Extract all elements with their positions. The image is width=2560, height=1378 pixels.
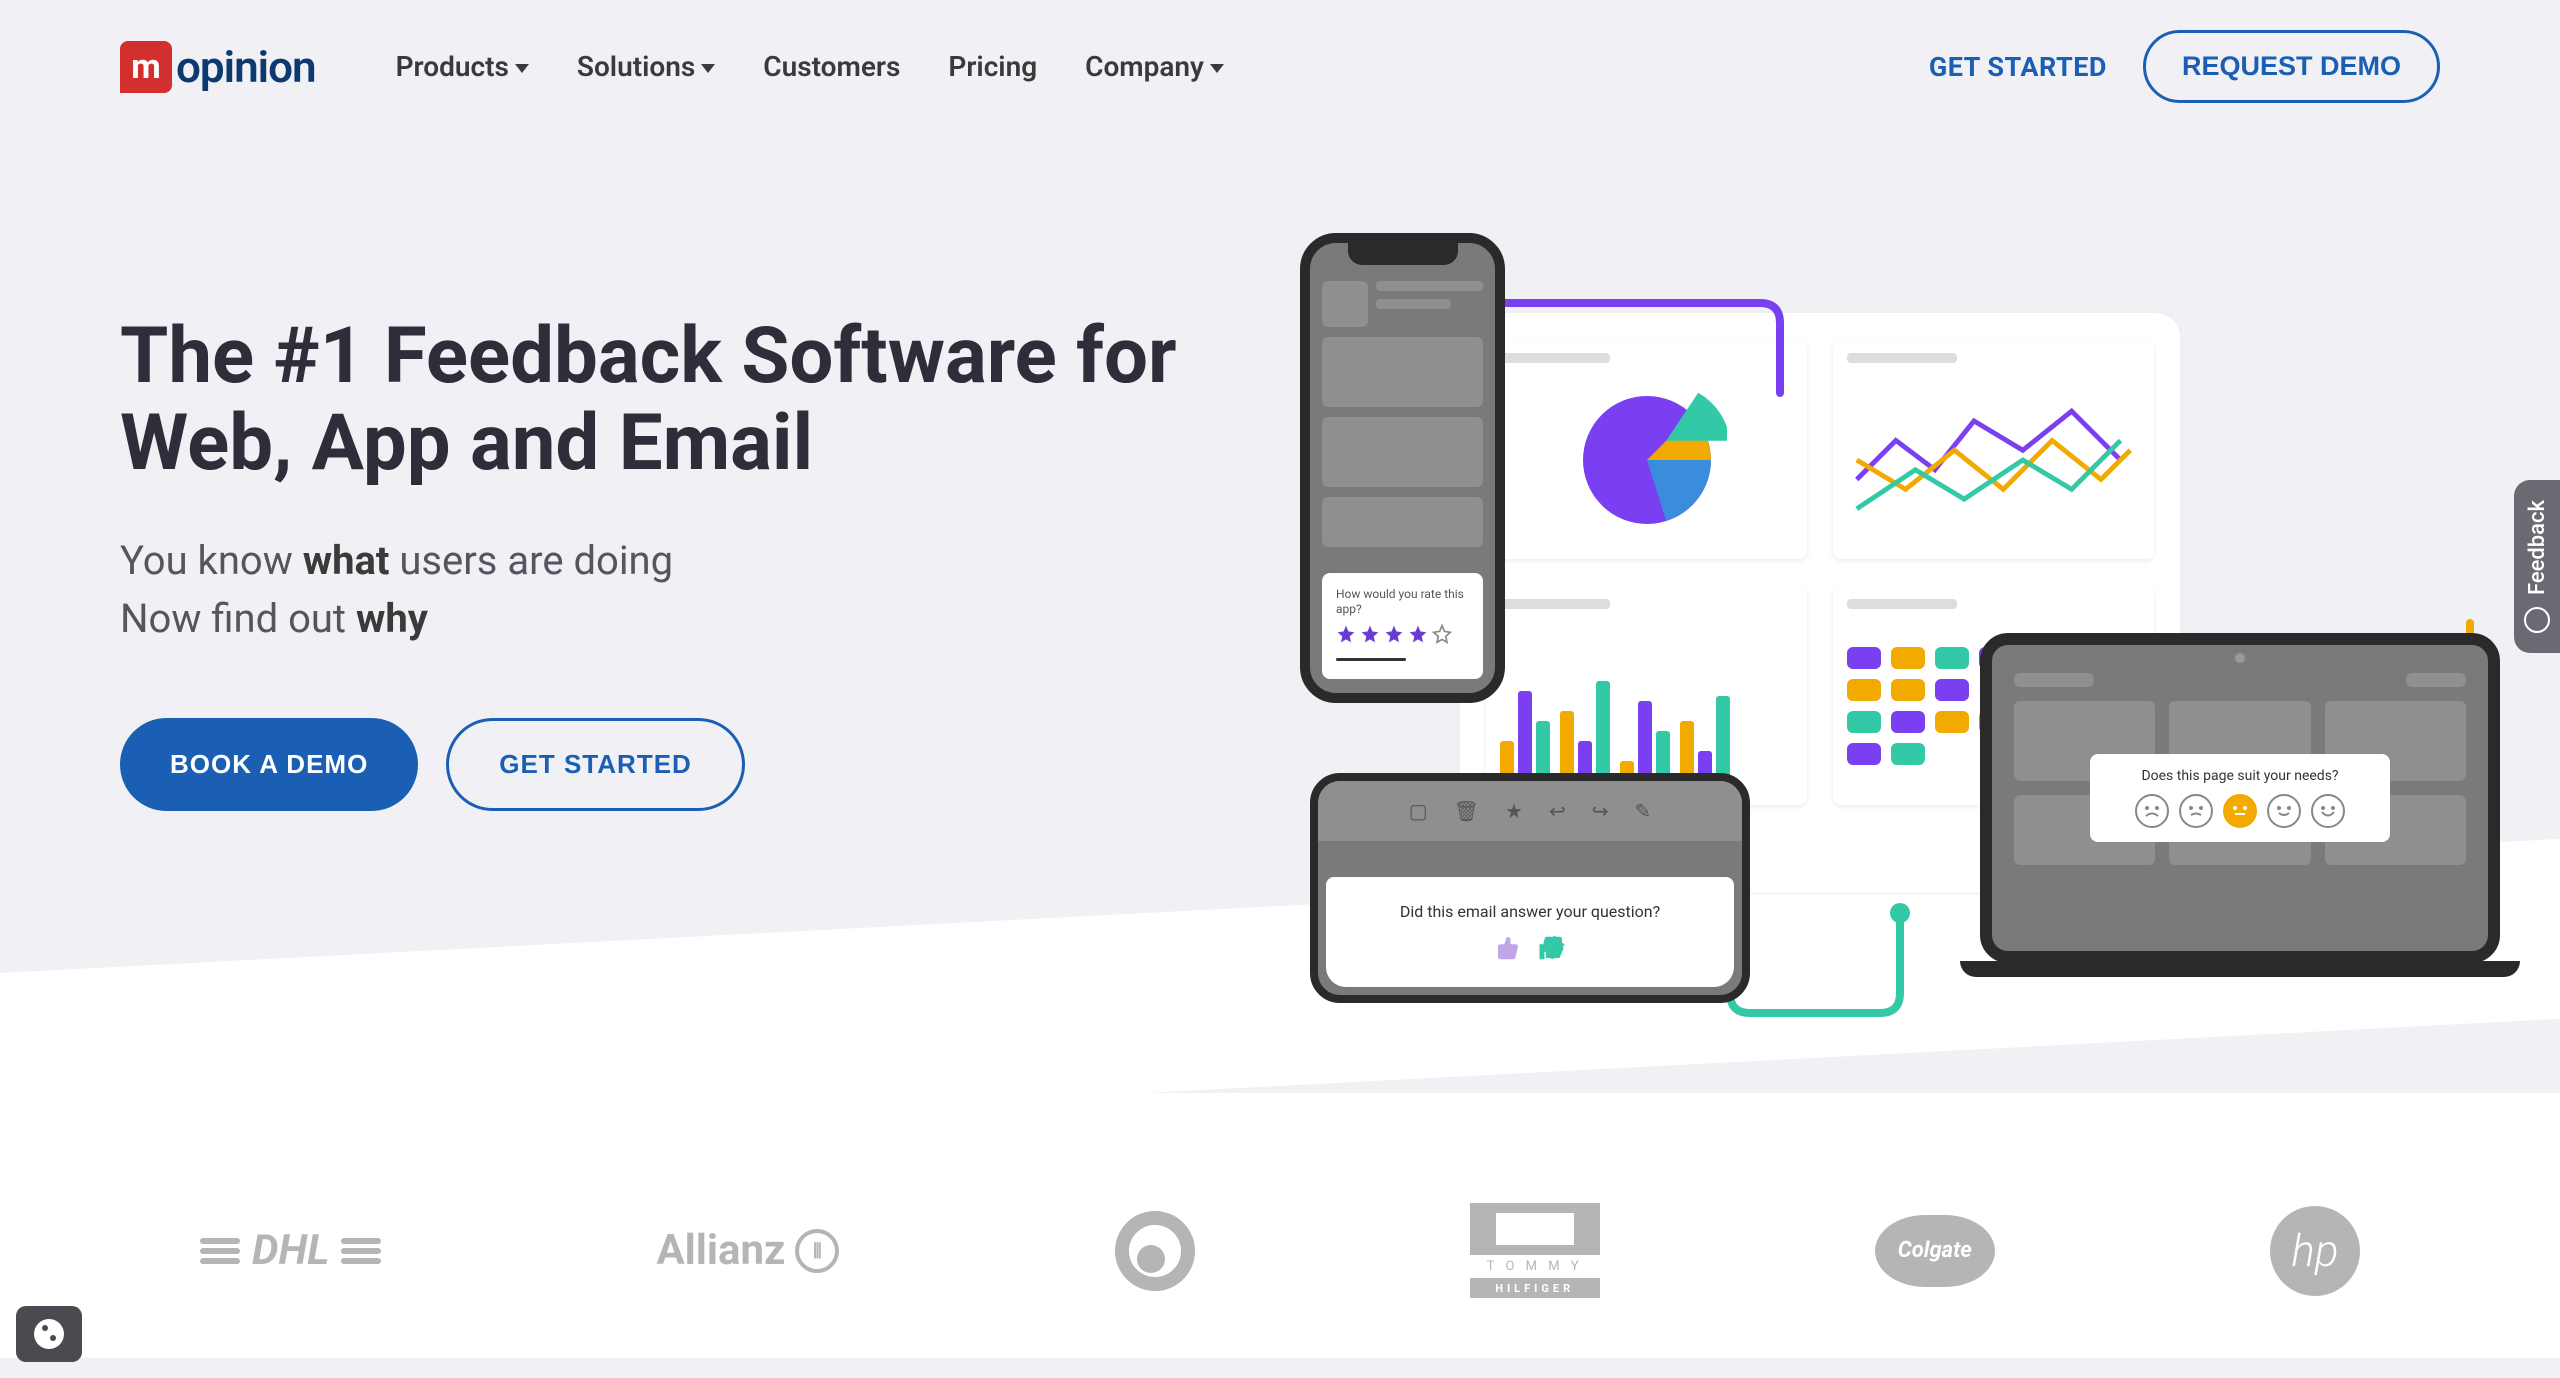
feedback-side-tab[interactable]: Feedback: [2514, 480, 2560, 653]
laptop-mockup: Does this page suit your needs?: [1980, 633, 2500, 977]
bar-chart-card: [1486, 585, 1807, 805]
face-smile-icon: [2267, 794, 2301, 828]
book-demo-button[interactable]: BOOK A DEMO: [120, 718, 418, 811]
star-icon: [1336, 624, 1356, 644]
thumbs-rating: [1493, 933, 1567, 963]
trash-icon: 🗑: [1454, 799, 1479, 823]
nav-customers[interactable]: Customers: [763, 50, 900, 83]
chevron-down-icon: [515, 64, 529, 73]
phone-mockup: How would you rate this app?: [1300, 233, 1505, 703]
star-outline-icon: [1432, 624, 1452, 644]
nav-label: Solutions: [577, 50, 695, 83]
chevron-down-icon: [701, 64, 715, 73]
chat-icon: ▢: [1409, 799, 1428, 823]
star-rating: [1336, 624, 1469, 644]
face-frown-icon: [2179, 794, 2213, 828]
thumbs-up-icon: [1537, 933, 1567, 963]
hero-ctas: BOOK A DEMO GET STARTED: [120, 718, 1280, 811]
site-header: m opinion Products Solutions Customers P…: [0, 0, 2560, 133]
edit-icon: ✎: [1635, 799, 1652, 823]
chat-bubble-icon: [2524, 607, 2550, 633]
email-mockup: ▢ 🗑 ★ ↩ ↪ ✎ Did this email answer your q…: [1310, 773, 1750, 1003]
logo-mark: m: [120, 41, 172, 93]
header-actions: GET STARTED REQUEST DEMO: [1929, 30, 2440, 103]
forward-icon: ↪: [1592, 799, 1609, 823]
face-sad-icon: [2135, 794, 2169, 828]
hero-title: The #1 Feedback Software for Web, App an…: [120, 313, 1280, 488]
star-icon: [1384, 624, 1404, 644]
client-logo-tommy: T O M M Y HILFIGER: [1470, 1203, 1600, 1298]
feedback-tab-label: Feedback: [2525, 500, 2550, 595]
client-logo-dhl: DHL: [200, 1226, 381, 1275]
primary-nav: Products Solutions Customers Pricing Com…: [396, 50, 1224, 83]
get-started-link[interactable]: GET STARTED: [1929, 51, 2107, 83]
client-logo-vodafone: [1115, 1211, 1195, 1291]
reply-icon: ↩: [1549, 799, 1566, 823]
email-survey-question: Did this email answer your question?: [1400, 902, 1660, 921]
nav-company[interactable]: Company: [1085, 50, 1224, 83]
laptop-survey: Does this page suit your needs?: [2090, 754, 2390, 842]
nav-label: Pricing: [948, 50, 1037, 83]
logo-text: opinion: [176, 41, 316, 93]
star-icon: ★: [1505, 799, 1523, 823]
client-logo-colgate: Colgate: [1875, 1215, 1995, 1287]
phone-survey-question: How would you rate this app?: [1336, 587, 1469, 616]
nav-pricing[interactable]: Pricing: [948, 50, 1037, 83]
hero-content: The #1 Feedback Software for Web, App an…: [120, 253, 1280, 811]
email-toolbar: ▢ 🗑 ★ ↩ ↪ ✎: [1318, 781, 1742, 841]
hero-subtitle: You know what users are doing Now find o…: [120, 532, 1280, 648]
hero-illustration: How would you rate this app? ▢ 🗑 ★ ↩ ↪: [1280, 253, 2440, 1013]
nav-label: Company: [1085, 50, 1204, 83]
face-rating: [2104, 794, 2376, 828]
client-logo-hp: hp: [2270, 1206, 2360, 1296]
thumbs-down-icon: [1493, 933, 1523, 963]
phone-survey: How would you rate this app?: [1322, 573, 1483, 679]
bar-chart-icon: [1500, 621, 1793, 791]
nav-products[interactable]: Products: [396, 50, 529, 83]
cookie-settings-button[interactable]: [16, 1306, 82, 1362]
client-logos-section: DHL Allianz ⦀ T O M M Y HILFIGER Colgate…: [0, 1093, 2560, 1358]
nav-solutions[interactable]: Solutions: [577, 50, 715, 83]
face-happy-icon: [2311, 794, 2345, 828]
line-chart-card: [1833, 339, 2154, 559]
get-started-button[interactable]: GET STARTED: [446, 718, 745, 811]
chevron-down-icon: [1210, 64, 1224, 73]
face-neutral-icon: [2223, 794, 2257, 828]
star-icon: [1360, 624, 1380, 644]
cookie-icon: [34, 1319, 64, 1349]
request-demo-button[interactable]: REQUEST DEMO: [2143, 30, 2440, 103]
nav-label: Products: [396, 50, 509, 83]
nav-label: Customers: [763, 50, 900, 83]
brand-logo[interactable]: m opinion: [120, 41, 316, 93]
client-logo-allianz: Allianz ⦀: [656, 1226, 839, 1275]
star-icon: [1408, 624, 1428, 644]
laptop-survey-question: Does this page suit your needs?: [2104, 768, 2376, 784]
connector-line-icon: [1480, 293, 1800, 413]
line-chart-icon: [1847, 375, 2140, 545]
